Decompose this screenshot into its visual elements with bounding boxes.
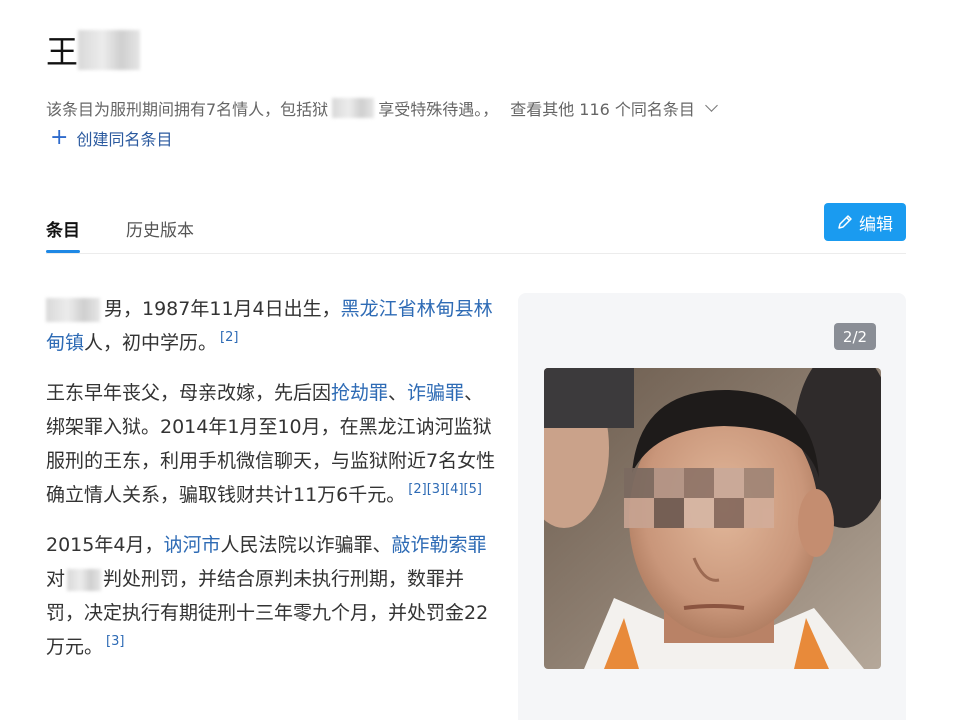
text: 2015年4月， xyxy=(46,534,164,556)
text: 、 xyxy=(388,382,408,404)
view-other-entries-link[interactable]: 查看其他 116 个同名条目 xyxy=(510,96,695,120)
plus-icon: + xyxy=(50,125,69,150)
create-same-name-entry-link[interactable]: + 创建同名条目 xyxy=(50,126,172,150)
paragraph-sentence: 2015年4月，讷河市人民法院以诈骗罪、敲诈勒索罪对 判处刑罚，并结合原判未执行刑… xyxy=(46,528,498,664)
gallery-counter: 2/2 xyxy=(834,323,876,350)
tab-bar: 条目 历史版本 xyxy=(46,212,906,254)
create-link-label: 创建同名条目 xyxy=(76,130,173,149)
page-title: 王 xyxy=(46,28,141,72)
paragraph-background: 王东早年丧父，母亲改嫁，先后因抢劫罪、诈骗罪、绑架罪入狱。2014年1月至10月… xyxy=(46,376,498,512)
redacted-name xyxy=(67,568,102,591)
reference-links[interactable]: [2][3][4][5] xyxy=(408,482,482,497)
article-body: 男，1987年11月4日出生，黑龙江省林甸县林甸镇人，初中学历。 [2] 王东早年… xyxy=(46,292,498,680)
summary-suffix: 享受特殊待遇。， xyxy=(378,100,499,119)
tab-entry[interactable]: 条目 xyxy=(46,216,80,253)
pencil-icon xyxy=(838,215,852,229)
entry-summary: 该条目为服刑期间拥有7名情人，包括狱 享受特殊待遇。， 查看其他 116 个同名… xyxy=(46,96,718,120)
title-text: 王 xyxy=(46,33,79,71)
text: 人民法院以诈骗罪、 xyxy=(220,534,392,556)
redacted-name xyxy=(46,297,100,322)
tab-history[interactable]: 历史版本 xyxy=(126,216,194,241)
text: 对 xyxy=(46,568,66,590)
reference-link[interactable]: [3] xyxy=(106,634,124,649)
redacted-text xyxy=(332,98,375,118)
text: 人，初中学历。 xyxy=(84,332,218,354)
edit-button[interactable]: 编辑 xyxy=(824,203,906,241)
paragraph-intro: 男，1987年11月4日出生，黑龙江省林甸县林甸镇人，初中学历。 [2] xyxy=(46,292,498,360)
link-extortion[interactable]: 敲诈勒索罪 xyxy=(391,534,486,556)
tab-entry-label: 条目 xyxy=(46,221,80,241)
text: 王东早年丧父，母亲改嫁，先后因 xyxy=(46,382,332,404)
tab-history-label: 历史版本 xyxy=(126,221,194,241)
text: 男，1987年11月4日出生， xyxy=(104,298,341,320)
active-tab-indicator xyxy=(46,250,80,253)
link-robbery[interactable]: 抢劫罪 xyxy=(331,382,388,404)
portrait-photo[interactable] xyxy=(544,368,881,669)
reference-link[interactable]: [2] xyxy=(220,330,238,345)
summary-prefix: 该条目为服刑期间拥有7名情人，包括狱 xyxy=(46,100,329,119)
link-nehe-city[interactable]: 讷河市 xyxy=(163,534,220,556)
link-fraud[interactable]: 诈骗罪 xyxy=(407,382,464,404)
redacted-name xyxy=(78,30,141,70)
chevron-down-icon[interactable] xyxy=(705,99,718,112)
edit-button-label: 编辑 xyxy=(859,214,893,235)
